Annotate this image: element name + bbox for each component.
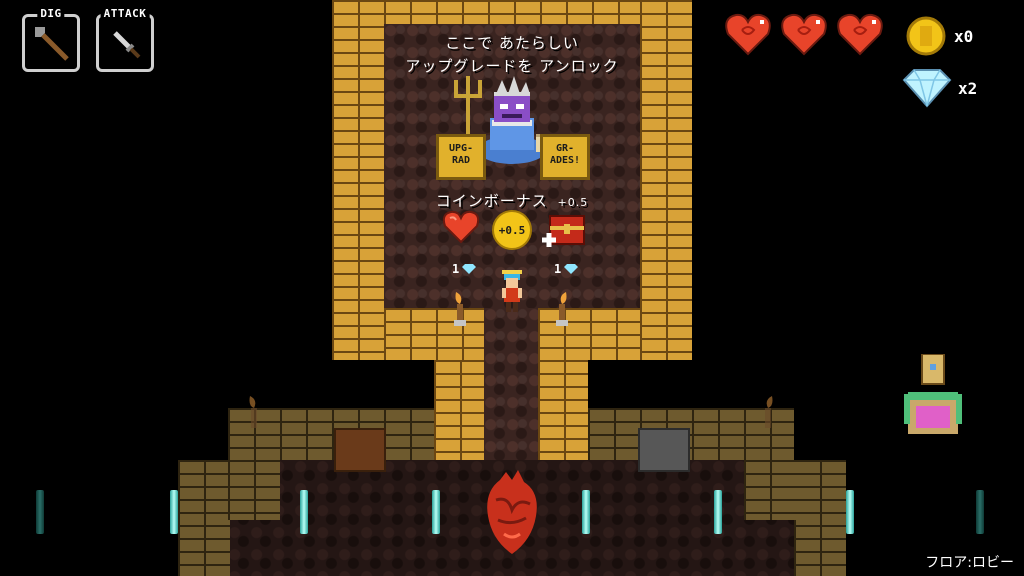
attack-label: ATTACK — [100, 7, 150, 20]
price-left-amount: 1 — [452, 262, 460, 276]
wooden-door[interactable] — [334, 428, 386, 472]
heart-container-item[interactable] — [442, 210, 480, 244]
shrine-wall-left — [332, 0, 384, 360]
price-left: 1 — [452, 262, 477, 276]
diamond-icon — [902, 69, 952, 108]
shrine-wall-top — [384, 0, 640, 24]
coin-icon — [906, 16, 946, 56]
heart-altar-icon[interactable] — [478, 470, 546, 556]
lobby-wall-left-step — [178, 460, 230, 576]
shrine-message: ここで あたらしい アップグレードを アンロック — [384, 32, 640, 76]
diamond-count: x2 — [958, 78, 978, 98]
lobby-wall-far-left — [228, 460, 280, 520]
coin-count: x0 — [954, 26, 974, 46]
shovel-icon — [35, 27, 69, 61]
metal-door[interactable] — [638, 428, 690, 472]
attack-slot[interactable]: ATTACK — [96, 7, 154, 72]
diamond-counter: x2 — [902, 68, 977, 108]
crystal-icon — [170, 490, 178, 534]
torch-icon — [765, 396, 773, 428]
lobby-wall-right-step — [794, 460, 846, 576]
coin-bonus-item[interactable]: +0.5 — [492, 210, 532, 250]
lobby-wall-far-right — [744, 460, 796, 520]
player-character — [502, 270, 522, 312]
coin-bonus-value: +0.5 — [557, 196, 589, 209]
coin-bonus-label: コインボーナス — [435, 192, 548, 210]
dig-label: DIG — [37, 7, 65, 20]
coin-counter: x0 — [906, 16, 973, 56]
crystal-icon — [432, 490, 440, 534]
corridor-wall-left — [434, 360, 484, 460]
dig-slot[interactable]: DIG — [22, 7, 80, 72]
chest-item-icon[interactable] — [540, 210, 588, 252]
floor-label: フロア:ロビー — [925, 555, 1014, 571]
price-right: 1 — [554, 262, 579, 276]
shrine-wall-right — [640, 0, 692, 360]
dagger-icon — [113, 31, 141, 59]
heart-full-icon — [725, 13, 771, 56]
coin-bonus-badge: +0.5 — [498, 223, 526, 237]
diamond-icon — [462, 264, 477, 274]
torch-icon — [556, 292, 568, 326]
crystal-icon — [300, 490, 308, 534]
crystal-icon — [714, 490, 722, 534]
shrine-message-line2: アップグレードを アンロック — [405, 57, 619, 75]
heart-full-icon — [781, 13, 827, 56]
price-right-amount: 1 — [554, 262, 562, 276]
crystal-icon — [846, 490, 854, 534]
coin-bonus-row: コインボーナス +0.5 — [400, 190, 624, 211]
torch-icon — [454, 292, 466, 326]
minimap-icon — [904, 354, 962, 434]
torch-icon — [249, 396, 257, 428]
diamond-icon — [564, 264, 579, 274]
sign-left: UPG- RAD — [436, 134, 486, 180]
sign-right: GR- ADES! — [540, 134, 590, 180]
corridor-wall-right — [538, 360, 588, 460]
crystal-icon — [582, 490, 590, 534]
crystal-icon — [36, 490, 44, 534]
shrine-message-line1: ここで あたらしい — [445, 34, 579, 52]
crystal-icon — [976, 490, 984, 534]
corridor-floor — [484, 308, 538, 468]
heart-full-icon — [837, 13, 883, 56]
